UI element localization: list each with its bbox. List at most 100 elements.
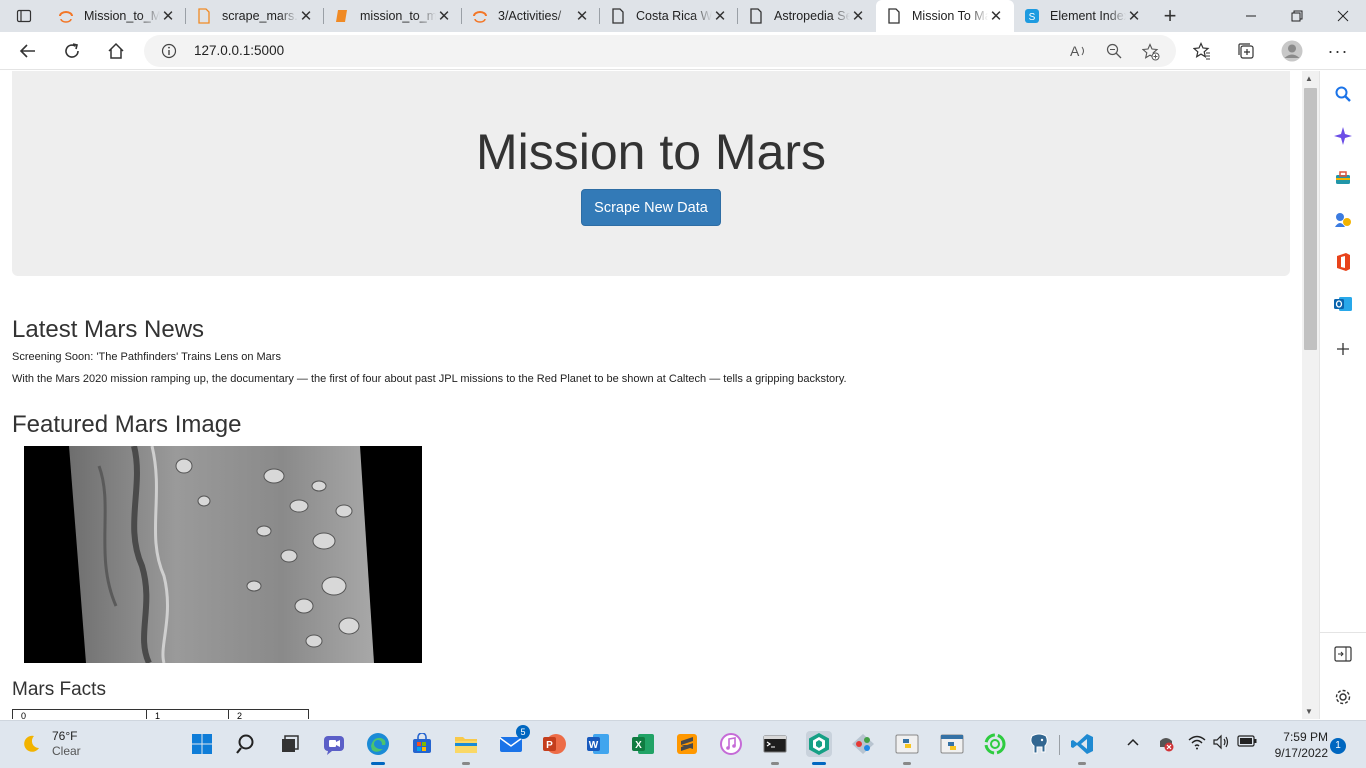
scroll-up-icon[interactable]: ▲ <box>1305 74 1313 83</box>
zoom-out-icon[interactable] <box>1106 43 1122 64</box>
hexagon-app-icon <box>809 733 829 755</box>
edge-taskbar-button[interactable] <box>365 731 391 765</box>
python-idle-button[interactable] <box>894 731 920 765</box>
new-tab-button[interactable]: + <box>1152 0 1188 32</box>
window-controls <box>1228 0 1366 32</box>
svg-text:S: S <box>1029 12 1036 23</box>
close-icon[interactable]: ✕ <box>1126 8 1142 25</box>
page-scrollbar[interactable]: ▲ ▼ <box>1302 71 1319 719</box>
search-button[interactable] <box>234 731 260 757</box>
teams-chat-button[interactable] <box>321 731 347 757</box>
store-button[interactable] <box>409 731 435 757</box>
vscode-icon <box>1071 734 1093 754</box>
weather-widget[interactable]: 76°F Clear <box>20 729 81 759</box>
scrape-new-data-button[interactable]: Scrape New Data <box>581 189 721 226</box>
scroll-down-icon[interactable]: ▼ <box>1305 707 1313 716</box>
scroll-thumb[interactable] <box>1304 88 1317 350</box>
system-clock[interactable]: 7:59 PM 9/17/2022 <box>1262 729 1328 761</box>
task-view-button[interactable] <box>277 731 303 757</box>
weather-temp: 76°F <box>52 729 78 743</box>
notebook-icon <box>334 8 350 24</box>
sidebar-search-button[interactable] <box>1331 82 1355 106</box>
svg-text:A: A <box>1070 43 1080 59</box>
battery-tray-icon[interactable] <box>1237 734 1257 751</box>
sync-app-button[interactable] <box>982 731 1008 757</box>
security-tray-icon[interactable] <box>1157 734 1175 755</box>
tab-activities[interactable]: 3/Activities/ ✕ <box>462 0 600 32</box>
store-icon <box>413 733 431 753</box>
sidebar-office-button[interactable] <box>1331 250 1355 274</box>
tab-costa-rica-weather[interactable]: Costa Rica Weather ✕ <box>600 0 738 32</box>
back-button[interactable] <box>12 35 44 67</box>
python-shell-button[interactable] <box>939 731 965 757</box>
home-button[interactable] <box>100 35 132 67</box>
edge-icon <box>367 733 389 755</box>
close-icon[interactable]: ✕ <box>712 8 728 25</box>
url-text[interactable]: 127.0.0.1:5000 <box>194 43 284 58</box>
avatar-icon <box>1281 40 1303 62</box>
tab-element-index[interactable]: S Element Index ✕ <box>1014 0 1152 32</box>
gitkraken-button[interactable] <box>806 731 832 765</box>
sidebar-tools-button[interactable] <box>1331 166 1355 190</box>
git-icon <box>852 734 874 754</box>
tab-scrape-mars[interactable]: scrape_mars.py ✕ <box>186 0 324 32</box>
address-bar[interactable]: 127.0.0.1:5000 A <box>144 35 1176 67</box>
tab-astropedia[interactable]: Astropedia Search ✕ <box>738 0 876 32</box>
file-explorer-button[interactable] <box>453 731 479 765</box>
notification-center-badge[interactable]: 1 <box>1330 738 1346 754</box>
postgres-button[interactable] <box>1026 731 1052 757</box>
close-icon[interactable]: ✕ <box>850 8 866 25</box>
sidebar-settings-button[interactable] <box>1331 685 1355 709</box>
start-button[interactable] <box>189 731 215 757</box>
mail-button[interactable]: 5 <box>498 725 530 757</box>
word-button[interactable]: W <box>585 731 611 757</box>
show-hidden-icons-button[interactable] <box>1126 735 1140 750</box>
shield-alert-icon <box>1160 738 1174 752</box>
jupyter-icon <box>58 8 74 24</box>
volume-tray-icon[interactable] <box>1212 734 1230 753</box>
file-icon <box>196 8 212 24</box>
favorites-button[interactable] <box>1186 35 1218 67</box>
close-window-button[interactable] <box>1320 0 1366 32</box>
minimize-button[interactable] <box>1228 0 1274 32</box>
settings-more-button[interactable]: ··· <box>1322 35 1354 67</box>
search-icon <box>1335 86 1351 102</box>
profile-button[interactable] <box>1276 35 1308 67</box>
gitkraken-git-button[interactable] <box>850 731 876 757</box>
close-icon[interactable]: ✕ <box>436 8 452 25</box>
collections-button[interactable] <box>1230 35 1262 67</box>
hide-sidebar-button[interactable] <box>1331 642 1355 666</box>
page-icon <box>610 8 626 24</box>
tab-mission-to-mars-notebook[interactable]: Mission_to_Mars ✕ <box>48 0 186 32</box>
powerpoint-button[interactable]: P <box>541 731 567 757</box>
moon-icon <box>24 735 39 752</box>
info-icon[interactable] <box>161 43 177 64</box>
tab-mission-to-mars-repo[interactable]: mission_to_mars ✕ <box>324 0 462 32</box>
wifi-tray-icon[interactable] <box>1188 734 1206 753</box>
read-aloud-icon[interactable]: A <box>1070 43 1088 64</box>
sidebar-outlook-button[interactable] <box>1331 292 1355 316</box>
home-icon <box>108 42 124 59</box>
restore-button[interactable] <box>1274 0 1320 32</box>
tab-mission-to-mars-active[interactable]: Mission To Mars ✕ <box>876 0 1014 32</box>
sublime-text-button[interactable] <box>674 731 700 757</box>
refresh-button[interactable] <box>56 35 88 67</box>
excel-button[interactable]: X <box>630 731 656 757</box>
close-icon[interactable]: ✕ <box>988 8 1004 25</box>
terminal-button[interactable] <box>762 731 788 765</box>
tab-actions-icon <box>16 9 32 23</box>
tab-actions-button[interactable] <box>0 0 48 32</box>
close-icon[interactable]: ✕ <box>160 8 176 25</box>
word-icon: W <box>587 734 609 754</box>
add-favorite-icon[interactable] <box>1141 43 1160 66</box>
circular-arrows-icon <box>984 733 1006 755</box>
music-icon <box>720 733 742 755</box>
close-icon[interactable]: ✕ <box>298 8 314 25</box>
close-icon[interactable]: ✕ <box>574 8 590 25</box>
vscode-button[interactable] <box>1069 731 1095 765</box>
sidebar-games-button[interactable] <box>1331 208 1355 232</box>
task-view-icon <box>282 735 299 752</box>
itunes-button[interactable] <box>718 731 744 757</box>
sidebar-discover-button[interactable] <box>1331 124 1355 148</box>
sidebar-add-button[interactable] <box>1331 337 1355 361</box>
